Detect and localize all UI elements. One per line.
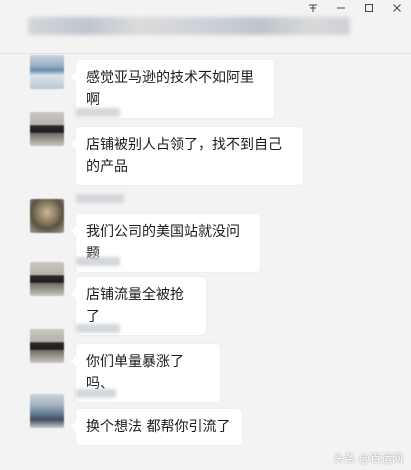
maximize-icon[interactable] — [355, 0, 383, 16]
avatar[interactable] — [30, 262, 64, 296]
avatar[interactable] — [30, 329, 64, 363]
minimize-icon[interactable] — [327, 0, 355, 16]
blurred-chat-title — [28, 17, 350, 35]
pin-icon[interactable] — [299, 0, 327, 16]
message-text: 店铺被别人占领了，找不到自己的产品 — [86, 137, 282, 175]
message-bubble[interactable]: 店铺被别人占领了，找不到自己的产品 — [71, 127, 303, 185]
avatar[interactable] — [30, 394, 64, 428]
close-icon[interactable] — [383, 0, 411, 16]
message-text: 感觉亚马逊的技术不如阿里啊 — [86, 70, 254, 108]
watermark-text: 头条 @百运网 — [333, 452, 404, 465]
message-text: 换个想法 都帮你引流了 — [86, 419, 231, 435]
window-controls — [299, 0, 411, 16]
avatar[interactable] — [30, 199, 64, 233]
message-bubble[interactable]: 换个想法 都帮你引流了 — [71, 409, 242, 445]
message-text: 你们单量暴涨了吗、 — [86, 354, 184, 392]
chat-message-list[interactable]: 感觉亚马逊的技术不如阿里啊 店铺被别人占领了，找不到自己的产品 我们公司的美国站… — [0, 54, 411, 470]
message-text: 店铺流量全被抢了 — [86, 287, 184, 325]
watermark: 头条 @百运网 — [334, 450, 404, 466]
window-titlebar — [0, 0, 411, 52]
blurred-sender-name — [76, 389, 116, 398]
blurred-sender-name — [76, 108, 120, 117]
avatar[interactable] — [30, 112, 64, 146]
blurred-sender-name — [76, 194, 124, 203]
blurred-sender-name — [76, 324, 120, 333]
avatar[interactable] — [30, 55, 64, 89]
blurred-sender-name — [76, 257, 120, 266]
